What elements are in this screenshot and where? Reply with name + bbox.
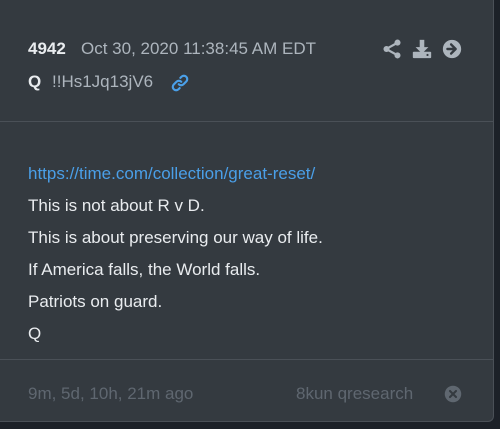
link-icon[interactable] <box>170 73 190 93</box>
post-header: 4942 Oct 30, 2020 11:38:45 AM EDT Q !!Hs… <box>0 0 493 120</box>
post-line: Q <box>28 324 42 343</box>
post-timestamp: Oct 30, 2020 11:38:45 AM EDT <box>81 39 316 58</box>
post-line: This is about preserving our way of life… <box>28 228 323 247</box>
arrow-right-circle-icon[interactable] <box>441 38 463 60</box>
close-icon[interactable] <box>444 385 462 403</box>
post-line: If America falls, the World falls. <box>28 260 261 279</box>
post-source[interactable]: 8kun qresearch <box>296 384 413 404</box>
share-icon[interactable] <box>381 38 403 60</box>
footer-divider <box>0 359 493 360</box>
post-link[interactable]: https://time.com/collection/great-reset/ <box>28 158 478 190</box>
header-divider <box>0 121 493 122</box>
post-line: This is not about R v D. <box>28 196 205 215</box>
post-tripcode: !!Hs1Jq13jV6 <box>52 72 154 91</box>
post-number: 4942 <box>28 39 66 58</box>
post-actions <box>381 38 463 60</box>
post-body: https://time.com/collection/great-reset/… <box>28 158 478 350</box>
download-icon[interactable] <box>411 38 433 60</box>
post-card: 4942 Oct 30, 2020 11:38:45 AM EDT Q !!Hs… <box>0 0 494 422</box>
post-age: 9m, 5d, 10h, 21m ago <box>28 384 194 403</box>
post-author: Q <box>28 72 42 91</box>
post-line: Patriots on guard. <box>28 292 163 311</box>
